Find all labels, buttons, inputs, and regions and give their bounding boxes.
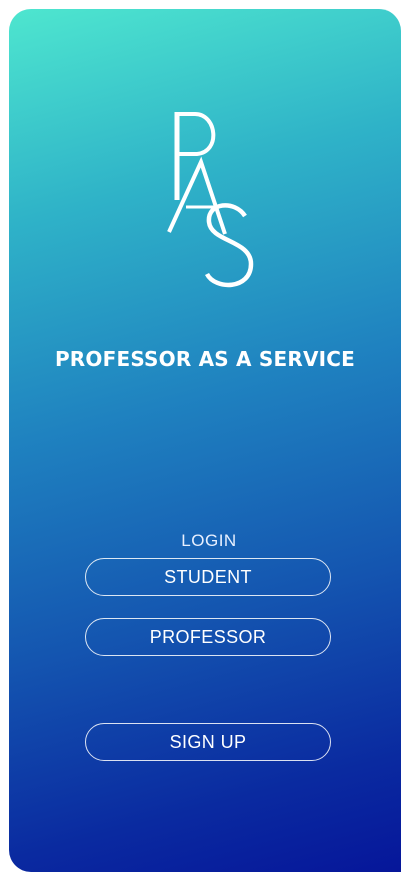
student-login-label: STUDENT [164, 566, 252, 587]
professor-login-button[interactable]: PROFESSOR [85, 618, 331, 656]
pas-logo [167, 112, 254, 288]
sign-up-label: SIGN UP [169, 731, 247, 752]
app-title: PROFESSOR AS A SERVICE [54, 347, 356, 371]
sign-up-button[interactable]: SIGN UP [85, 723, 331, 761]
student-login-button[interactable]: STUDENT [85, 558, 331, 596]
login-label: LOGIN [181, 531, 237, 550]
app-screen: PROFESSOR AS A SERVICE LOGIN STUDENT PRO… [9, 9, 401, 872]
professor-login-label: PROFESSOR [149, 626, 267, 647]
